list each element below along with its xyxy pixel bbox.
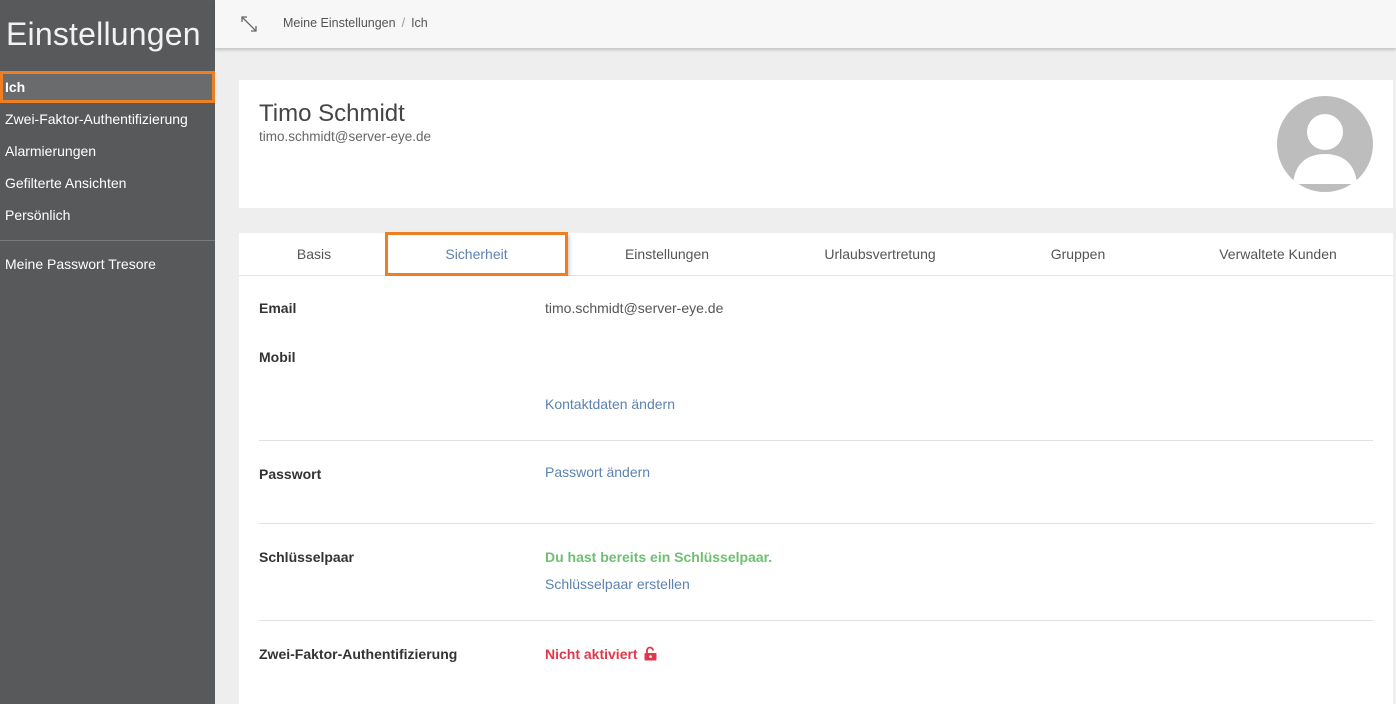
tab-verwaltete-kunden[interactable]: Verwaltete Kunden: [1183, 233, 1373, 275]
sidebar-item-two-factor[interactable]: Zwei-Faktor-Authentifizierung: [0, 103, 215, 135]
breadcrumb: Meine Einstellungen / Ich: [283, 16, 428, 30]
twofa-status: Nicht aktiviert: [545, 646, 638, 662]
tab-bar: Basis Sicherheit Einstellungen Urlaubsve…: [239, 232, 1393, 276]
create-keypair-link[interactable]: Schlüsselpaar erstellen: [545, 576, 690, 592]
lock-open-icon: [644, 646, 657, 661]
sidebar-item-persoenlich[interactable]: Persönlich: [0, 199, 215, 231]
change-contact-link[interactable]: Kontaktdaten ändern: [545, 396, 675, 412]
avatar: [1277, 96, 1373, 192]
tab-einstellungen[interactable]: Einstellungen: [577, 233, 757, 275]
sidebar-divider: [0, 240, 215, 241]
breadcrumb-item-ich: Ich: [411, 16, 428, 30]
breadcrumb-separator: /: [401, 16, 406, 30]
profile-email: timo.schmidt@server-eye.de: [259, 129, 432, 144]
profile-card: Timo Schmidt timo.schmidt@server-eye.de: [239, 80, 1393, 208]
divider: [259, 440, 1373, 441]
divider: [259, 523, 1373, 524]
breadcrumb-item-meine-einstellungen[interactable]: Meine Einstellungen: [283, 16, 396, 30]
tab-urlaubsvertretung[interactable]: Urlaubsvertretung: [787, 233, 973, 275]
twofa-label: Zwei-Faktor-Authentifizierung: [259, 646, 458, 662]
sidebar-item-alarmierungen[interactable]: Alarmierungen: [0, 135, 215, 167]
sidebar-item-gefilterte-ansichten[interactable]: Gefilterte Ansichten: [0, 167, 215, 199]
divider: [259, 620, 1373, 621]
email-label: Email: [259, 300, 297, 316]
user-avatar-icon: [1293, 114, 1357, 184]
top-bar: Meine Einstellungen / Ich: [215, 0, 1396, 48]
password-label: Passwort: [259, 466, 322, 482]
twofa-status-row: Nicht aktiviert: [545, 646, 657, 662]
sidebar-item-ich[interactable]: Ich: [0, 71, 215, 103]
tab-sicherheit[interactable]: Sicherheit: [385, 232, 568, 276]
keypair-label: Schlüsselpaar: [259, 549, 354, 565]
expand-icon[interactable]: [239, 14, 259, 34]
email-value: timo.schmidt@server-eye.de: [545, 300, 724, 316]
security-panel: Email timo.schmidt@server-eye.de Mobil K…: [239, 276, 1393, 704]
sidebar: Einstellungen Ich Zwei-Faktor-Authentifi…: [0, 0, 215, 704]
change-password-link[interactable]: Passwort ändern: [545, 464, 650, 480]
sidebar-title: Einstellungen: [6, 16, 201, 52]
sidebar-item-passwort-tresore[interactable]: Meine Passwort Tresore: [0, 248, 215, 280]
keypair-status: Du hast bereits ein Schlüsselpaar.: [545, 549, 773, 565]
mobile-label: Mobil: [259, 349, 296, 365]
profile-name: Timo Schmidt: [259, 100, 405, 127]
tab-gruppen[interactable]: Gruppen: [1003, 233, 1153, 275]
tab-basis[interactable]: Basis: [239, 233, 389, 275]
